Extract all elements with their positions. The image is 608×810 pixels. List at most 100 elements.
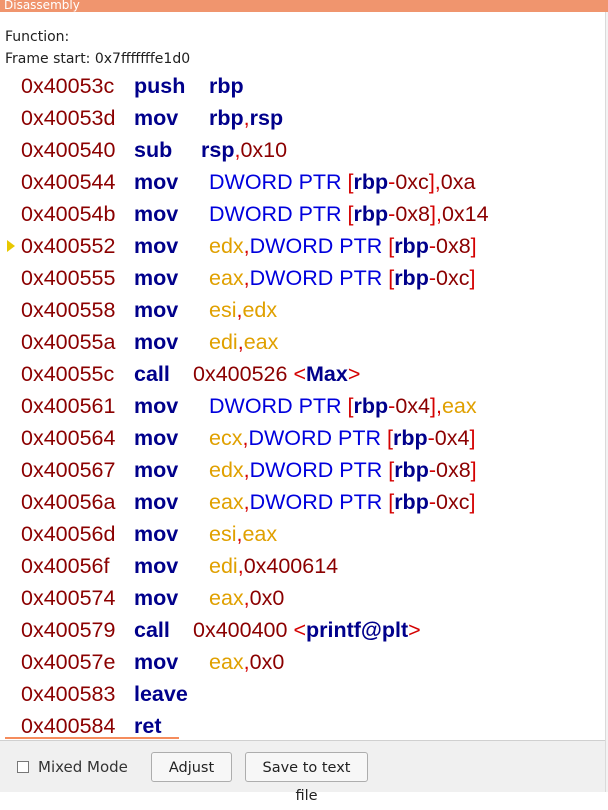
instruction-operands: rbp	[209, 70, 244, 102]
operand-token: eax	[209, 490, 244, 514]
instruction-address: 0x40056f	[21, 554, 110, 578]
instruction-operands: edi,eax	[209, 326, 278, 358]
operand-token: rsp	[201, 138, 235, 162]
operand-token: DWORD PTR	[249, 458, 389, 482]
operand-token: -	[428, 490, 436, 514]
instruction-address: 0x40057e	[21, 650, 116, 674]
title-bar[interactable]: Disassembly	[0, 0, 608, 12]
operand-token: eax	[242, 522, 278, 546]
instruction-operands: eax,0x0	[209, 582, 284, 614]
instruction-address: 0x400540	[21, 138, 116, 162]
instruction-address: 0x400544	[21, 170, 116, 194]
instruction-operands: edi,0x400614	[209, 550, 338, 582]
instruction-address: 0x400579	[21, 618, 116, 642]
instruction-address: 0x400558	[21, 298, 116, 322]
operand-token: 0x400526	[193, 362, 294, 386]
operand-token: edx	[242, 298, 278, 322]
instruction-address: 0x40056d	[21, 522, 116, 546]
operand-token: ]	[469, 426, 476, 450]
instruction-operands: eax,DWORD PTR [rbp-0xc]	[209, 486, 475, 518]
instruction-address: 0x400561	[21, 394, 116, 418]
operand-token: rbp	[392, 426, 428, 450]
mixed-mode-label[interactable]: Mixed Mode	[38, 757, 128, 777]
operand-token: >	[408, 618, 421, 642]
operand-token: ]	[470, 234, 477, 258]
operand-token: rbp	[394, 266, 429, 290]
operand-token: DWORD PTR	[209, 394, 348, 418]
operand-token: DWORD PTR	[209, 202, 348, 226]
instruction-mnemonic: mov	[134, 330, 179, 354]
instruction-mnemonic: mov	[134, 106, 179, 130]
operand-token: 0x4	[434, 426, 470, 450]
instruction-mnemonic: leave	[134, 682, 188, 706]
mixed-mode-checkbox[interactable]	[17, 761, 29, 773]
instruction-mnemonic: call	[134, 362, 170, 386]
operand-token: -	[428, 458, 436, 482]
adjust-button[interactable]: Adjust	[151, 752, 232, 782]
operand-token: 0x8	[436, 234, 471, 258]
operand-token: esi	[209, 298, 237, 322]
operand-token: rbp	[394, 490, 429, 514]
instruction-address: 0x40055c	[21, 362, 115, 386]
instruction-mnemonic: mov	[134, 394, 179, 418]
operand-token: rbp	[394, 458, 429, 482]
instruction-address: 0x40053d	[21, 106, 116, 130]
instruction-mnemonic: push	[134, 74, 186, 98]
instruction-operands: DWORD PTR [rbp-0x8],0x14	[209, 198, 489, 230]
operand-token: eax	[209, 586, 244, 610]
operand-token: ecx	[209, 426, 243, 450]
operand-token: -	[427, 426, 435, 450]
operand-token: <	[293, 362, 306, 386]
operand-token: printf@plt	[306, 618, 409, 642]
operand-token: eax	[441, 394, 477, 418]
operand-token: rsp	[249, 106, 284, 130]
instruction-operands: DWORD PTR [rbp-0x4],eax	[209, 390, 477, 422]
instruction-operands: esi,edx	[209, 294, 277, 326]
operand-token: rbp	[353, 202, 389, 226]
instruction-mnemonic: mov	[134, 202, 179, 226]
operand-token: ]	[469, 490, 476, 514]
operand-token: 0xc	[436, 266, 470, 290]
operand-token: eax	[243, 330, 279, 354]
instruction-operands: eax,DWORD PTR [rbp-0xc]	[209, 262, 475, 294]
operand-token: DWORD PTR	[249, 266, 389, 290]
operand-token: rbp	[209, 74, 244, 98]
instruction-address: 0x400574	[21, 586, 116, 610]
instruction-mnemonic: mov	[134, 490, 179, 514]
operand-token: 0xc	[436, 490, 470, 514]
save-to-text-file-button[interactable]: Save to text file	[245, 752, 368, 804]
instruction-operands: rbp,rsp	[209, 102, 283, 134]
operand-token: 0x4	[395, 394, 431, 418]
operand-token: 0x400400	[193, 618, 294, 642]
instruction-address: 0x400583	[21, 682, 116, 706]
operand-token: ],	[428, 170, 441, 194]
operand-token: rbp	[353, 170, 389, 194]
instruction-mnemonic: mov	[134, 586, 179, 610]
instruction-mnemonic: call	[134, 618, 170, 642]
operand-token: edi	[209, 554, 238, 578]
function-label: Function:	[5, 29, 70, 45]
instruction-address: 0x400567	[21, 458, 116, 482]
instruction-address: 0x40054b	[21, 202, 116, 226]
instruction-mnemonic: mov	[134, 234, 179, 258]
scroll-indicator[interactable]	[5, 737, 179, 739]
operand-token: eax	[209, 650, 244, 674]
operand-token: -	[428, 266, 436, 290]
instruction-address: 0x400564	[21, 426, 116, 450]
instruction-operands: 0x400526 <Max>	[193, 358, 360, 390]
instruction-operands: rsp,0x10	[201, 134, 287, 166]
instruction-operands: ecx,DWORD PTR [rbp-0x4]	[209, 422, 475, 454]
instruction-address: 0x400555	[21, 266, 116, 290]
operand-token: DWORD PTR	[248, 426, 387, 450]
instruction-mnemonic: mov	[134, 298, 179, 322]
operand-token: <	[293, 618, 306, 642]
operand-token: edi	[209, 330, 238, 354]
operand-token: ],	[430, 202, 442, 226]
operand-token: 0x0	[249, 586, 285, 610]
operand-token: DWORD PTR	[249, 234, 389, 258]
operand-token: edx	[209, 234, 244, 258]
instruction-address: 0x40055a	[21, 330, 116, 354]
instruction-operands: 0x400400 <printf@plt>	[193, 614, 421, 646]
operand-token: rbp	[209, 106, 244, 130]
operand-token: rbp	[394, 234, 429, 258]
